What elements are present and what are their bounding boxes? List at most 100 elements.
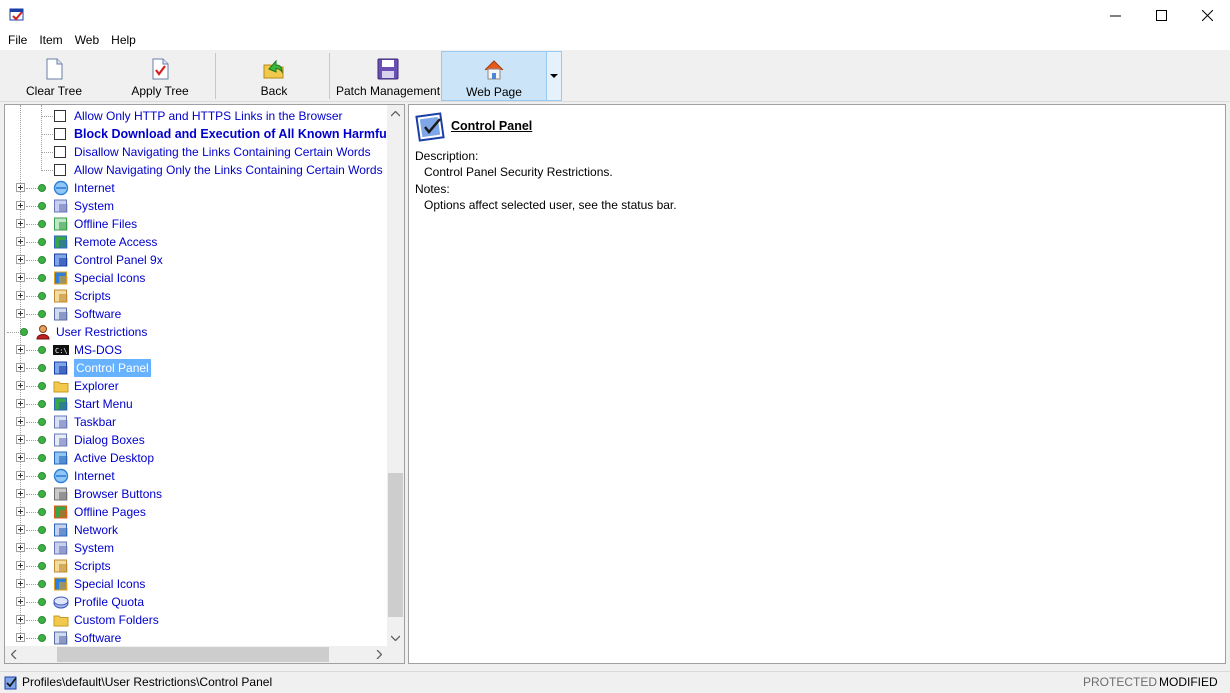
tree-node[interactable]: C:\ MS-DOS bbox=[5, 341, 387, 359]
tree-node[interactable]: Explorer bbox=[5, 377, 387, 395]
maximize-button[interactable] bbox=[1138, 0, 1184, 31]
menu-web[interactable]: Web bbox=[69, 31, 105, 50]
expand-toggle-icon[interactable] bbox=[16, 309, 25, 318]
expand-toggle-icon[interactable] bbox=[16, 471, 25, 480]
tree-node[interactable]: Custom Folders bbox=[5, 611, 387, 629]
tree-item-label[interactable]: Disallow Navigating the Links Containing… bbox=[74, 143, 371, 161]
expand-toggle-icon[interactable] bbox=[16, 597, 25, 606]
expand-toggle-icon[interactable] bbox=[16, 291, 25, 300]
tree-node[interactable]: Control Panel 9x bbox=[5, 251, 387, 269]
expand-toggle-icon[interactable] bbox=[16, 273, 25, 282]
tree-item-label[interactable]: Internet bbox=[74, 179, 115, 197]
expand-toggle-icon[interactable] bbox=[16, 237, 25, 246]
expand-toggle-icon[interactable] bbox=[16, 507, 25, 516]
tree-item-label[interactable]: Browser Buttons bbox=[74, 485, 162, 503]
tree-item-label[interactable]: Scripts bbox=[74, 557, 111, 575]
vertical-scroll-thumb[interactable] bbox=[388, 473, 403, 617]
tree-node[interactable]: Internet bbox=[5, 467, 387, 485]
tree-item-label[interactable]: Special Icons bbox=[74, 269, 145, 287]
tree-item-label[interactable]: Offline Pages bbox=[74, 503, 146, 521]
scroll-down-arrow[interactable] bbox=[387, 629, 404, 646]
scroll-right-arrow[interactable] bbox=[370, 646, 387, 663]
close-button[interactable] bbox=[1184, 0, 1230, 31]
tree-node[interactable]: Scripts bbox=[5, 287, 387, 305]
tree-item-label[interactable]: Scripts bbox=[74, 287, 111, 305]
expand-toggle-icon[interactable] bbox=[16, 525, 25, 534]
tree-item-label[interactable]: Custom Folders bbox=[74, 611, 159, 629]
tree-node[interactable]: System bbox=[5, 197, 387, 215]
vertical-scrollbar[interactable] bbox=[387, 105, 404, 646]
expand-toggle-icon[interactable] bbox=[16, 615, 25, 624]
expand-toggle-icon[interactable] bbox=[16, 579, 25, 588]
expand-toggle-icon[interactable] bbox=[16, 399, 25, 408]
tree-item-label[interactable]: System bbox=[74, 539, 114, 557]
tree-checkbox-item[interactable]: Block Download and Execution of All Know… bbox=[5, 125, 404, 143]
tree-item-label[interactable]: Network bbox=[74, 521, 118, 539]
tree-item-label[interactable]: Offline Files bbox=[74, 215, 137, 233]
tree-item-label[interactable]: Special Icons bbox=[74, 575, 145, 593]
expand-toggle-icon[interactable] bbox=[16, 561, 25, 570]
expand-toggle-icon[interactable] bbox=[16, 219, 25, 228]
web-page-button[interactable]: Web Page bbox=[441, 51, 547, 101]
tree-item-label[interactable]: MS-DOS bbox=[74, 341, 122, 359]
tree-node[interactable]: Network bbox=[5, 521, 387, 539]
clear-tree-button[interactable]: Clear Tree bbox=[4, 51, 104, 101]
expand-toggle-icon[interactable] bbox=[16, 489, 25, 498]
tree-item-label[interactable]: Control Panel bbox=[74, 359, 151, 377]
tree-item-label[interactable]: Control Panel 9x bbox=[74, 251, 163, 269]
tree-node[interactable]: Offline Files bbox=[5, 215, 387, 233]
menu-item[interactable]: Item bbox=[33, 31, 68, 50]
tree-node[interactable]: Active Desktop bbox=[5, 449, 387, 467]
tree-node[interactable]: Control Panel bbox=[5, 359, 387, 377]
menu-file[interactable]: File bbox=[0, 31, 33, 50]
tree-node[interactable]: Offline Pages bbox=[5, 503, 387, 521]
tree-item-label[interactable]: Active Desktop bbox=[74, 449, 154, 467]
minimize-button[interactable] bbox=[1092, 0, 1138, 31]
back-button[interactable]: Back bbox=[224, 51, 324, 101]
scroll-left-arrow[interactable] bbox=[5, 646, 22, 663]
tree-node[interactable]: Profile Quota bbox=[5, 593, 387, 611]
tree-node[interactable]: Software bbox=[5, 629, 387, 647]
tree-node[interactable]: System bbox=[5, 539, 387, 557]
tree-node-user-restrictions[interactable]: User Restrictions bbox=[5, 323, 387, 341]
scroll-up-arrow[interactable] bbox=[387, 105, 404, 122]
tree-item-label[interactable]: Software bbox=[74, 305, 121, 323]
expand-toggle-icon[interactable] bbox=[16, 345, 25, 354]
tree-node[interactable]: Scripts bbox=[5, 557, 387, 575]
expand-toggle-icon[interactable] bbox=[16, 417, 25, 426]
tree-item-label[interactable]: System bbox=[74, 197, 114, 215]
tree-item-label[interactable]: Allow Only HTTP and HTTPS Links in the B… bbox=[74, 107, 343, 125]
expand-toggle-icon[interactable] bbox=[16, 633, 25, 642]
tree-node[interactable]: Internet bbox=[5, 179, 387, 197]
expand-toggle-icon[interactable] bbox=[16, 255, 25, 264]
tree-item-label[interactable]: Dialog Boxes bbox=[74, 431, 145, 449]
tree-item-label[interactable]: Block Download and Execution of All Know… bbox=[74, 125, 404, 143]
expand-toggle-icon[interactable] bbox=[16, 201, 25, 210]
tree-item-label[interactable]: Software bbox=[74, 629, 121, 647]
tree-checkbox-item[interactable]: Allow Only HTTP and HTTPS Links in the B… bbox=[5, 107, 387, 125]
tree-node[interactable]: Browser Buttons bbox=[5, 485, 387, 503]
expand-toggle-icon[interactable] bbox=[16, 381, 25, 390]
expand-toggle-icon[interactable] bbox=[16, 183, 25, 192]
tree-node[interactable]: Remote Access bbox=[5, 233, 387, 251]
tree-item-label[interactable]: Allow Navigating Only the Links Containi… bbox=[74, 161, 383, 179]
expand-toggle-icon[interactable] bbox=[16, 453, 25, 462]
tree-node[interactable]: Special Icons bbox=[5, 269, 387, 287]
tree-item-label[interactable]: Profile Quota bbox=[74, 593, 144, 611]
tree-checkbox[interactable] bbox=[54, 164, 66, 176]
apply-tree-button[interactable]: Apply Tree bbox=[110, 51, 210, 101]
tree-node[interactable]: Start Menu bbox=[5, 395, 387, 413]
menu-help[interactable]: Help bbox=[105, 31, 142, 50]
tree-checkbox[interactable] bbox=[54, 146, 66, 158]
tree-checkbox[interactable] bbox=[54, 110, 66, 122]
tree-item-label[interactable]: User Restrictions bbox=[56, 323, 147, 341]
web-page-dropdown-button[interactable] bbox=[546, 51, 562, 101]
tree-item-label[interactable]: Start Menu bbox=[74, 395, 133, 413]
patch-management-button[interactable]: Patch Management bbox=[336, 51, 440, 101]
expand-toggle-icon[interactable] bbox=[16, 363, 25, 372]
tree-node[interactable]: Special Icons bbox=[5, 575, 387, 593]
tree-node[interactable]: Dialog Boxes bbox=[5, 431, 387, 449]
tree-checkbox[interactable] bbox=[54, 128, 66, 140]
tree-item-label[interactable]: Taskbar bbox=[74, 413, 116, 431]
tree-node[interactable]: Taskbar bbox=[5, 413, 387, 431]
